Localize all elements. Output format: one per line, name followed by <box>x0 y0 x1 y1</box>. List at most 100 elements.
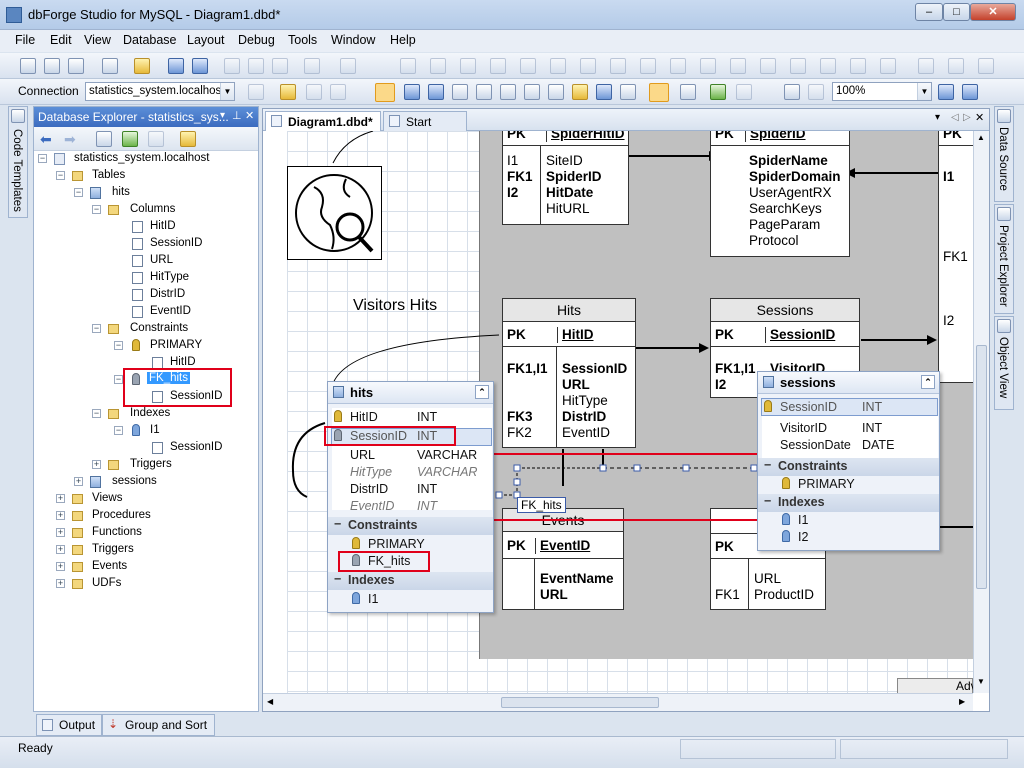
redo-icon[interactable] <box>340 58 356 74</box>
visitors-hits-note[interactable]: Visitors Hits <box>353 297 437 315</box>
tree-item-column[interactable]: EventID <box>150 305 191 317</box>
stop-icon[interactable] <box>330 84 346 100</box>
horizontal-scrollbar[interactable]: ◀ ▶ <box>263 693 973 711</box>
menu-file[interactable]: File <box>15 33 35 47</box>
popup-section-constraints[interactable]: − Constraints <box>758 458 939 476</box>
zoom-hand-icon[interactable] <box>808 84 824 100</box>
dropdown-icon[interactable]: ▾ <box>220 110 225 121</box>
close-icon[interactable]: ✕ <box>975 111 984 124</box>
collapse-icon[interactable]: ⌃ <box>921 375 935 389</box>
entity-spider[interactable]: PK SpiderID SpiderName SpiderDomain User… <box>710 131 850 257</box>
entity-events[interactable]: Events PK EventID EventName URL <box>502 508 624 610</box>
collapse-icon[interactable]: − <box>92 409 101 418</box>
collapse-icon[interactable]: ⌃ <box>475 385 489 399</box>
open-icon[interactable] <box>134 58 150 74</box>
pin-icon[interactable]: ⊥ <box>232 109 242 122</box>
popup-column-name[interactable]: HitType <box>350 465 392 479</box>
scroll-left-icon[interactable]: ◀ <box>267 697 273 706</box>
zoom-rect-icon[interactable] <box>784 84 800 100</box>
align-top-icon[interactable] <box>490 58 506 74</box>
new-sql-icon[interactable] <box>20 58 36 74</box>
popup-column-name[interactable]: HitID <box>350 410 378 424</box>
tree-item-column[interactable]: SessionID <box>150 237 202 249</box>
tree-item-sessions[interactable]: sessions <box>112 475 157 487</box>
cut-icon[interactable] <box>224 58 240 74</box>
tree-item-index-column[interactable]: SessionID <box>170 441 222 453</box>
entity-spiderhit[interactable]: PK SpiderHitID I1 FK1 I2 SiteID SpiderID… <box>502 131 629 225</box>
popup-column-name[interactable]: URL <box>350 448 375 462</box>
tree-item-constraints[interactable]: Constraints <box>130 322 188 334</box>
close-icon[interactable]: ✕ <box>245 109 254 122</box>
scroll-right-icon[interactable]: ▶ <box>959 697 965 706</box>
refresh-icon[interactable] <box>710 84 726 100</box>
fit-icon[interactable] <box>978 58 994 74</box>
popup-column-name[interactable]: SessionDate <box>780 438 851 452</box>
zoom-out-icon[interactable] <box>962 84 978 100</box>
tree-item-procedures[interactable]: Procedures <box>92 509 151 521</box>
tree-item-primary[interactable]: PRIMARY <box>150 339 202 351</box>
send-back-icon[interactable] <box>760 58 776 74</box>
popup-index[interactable]: I1 <box>368 592 378 606</box>
save-all-icon[interactable] <box>192 58 208 74</box>
scroll-right-icon[interactable]: ▷ <box>963 112 971 123</box>
hspacing-icon[interactable] <box>670 58 686 74</box>
tab-list-icon[interactable]: ▾ <box>935 112 940 123</box>
minimize-button[interactable]: – <box>915 3 943 21</box>
ungroup-icon[interactable] <box>820 58 836 74</box>
export-icon[interactable] <box>680 84 696 100</box>
tab-output[interactable]: Output <box>36 714 102 736</box>
forward-icon[interactable]: ➡ <box>64 131 76 148</box>
entity-partial-right[interactable]: PK I1 FK1 I2 <box>938 131 973 383</box>
connection-select[interactable]: statistics_system.localhost ▼ <box>85 82 235 101</box>
scroll-thumb[interactable] <box>976 345 987 589</box>
tree-item-indexes[interactable]: Indexes <box>130 407 170 419</box>
same-size-icon[interactable] <box>640 58 656 74</box>
zoom-in-icon[interactable] <box>938 84 954 100</box>
tree-item-tables[interactable]: Tables <box>92 169 125 181</box>
snap-icon[interactable] <box>948 58 964 74</box>
query-builder-icon[interactable] <box>44 58 60 74</box>
diagram-canvas[interactable]: Visitors Hits PK SpiderHitID I1 FK1 I2 S… <box>263 131 973 693</box>
tab-start-page[interactable]: Start Page <box>383 111 467 143</box>
delete-icon[interactable] <box>148 131 164 147</box>
function-tool-icon[interactable] <box>476 84 492 100</box>
tree-item-triggers[interactable]: Triggers <box>130 458 172 470</box>
refresh-icon[interactable] <box>122 131 138 147</box>
stamp-tool-icon[interactable] <box>596 84 612 100</box>
web-icon-shape[interactable] <box>287 166 382 260</box>
expand-icon[interactable]: + <box>56 494 65 503</box>
hits-object-popup[interactable]: hits ⌃ HitID INT SessionID INT URL VARCH… <box>324 381 494 613</box>
expand-icon[interactable]: + <box>56 562 65 571</box>
close-button[interactable]: ✕ <box>970 3 1016 21</box>
menu-database[interactable]: Database <box>123 33 177 47</box>
note-tool-icon[interactable] <box>548 84 564 100</box>
align-center-icon[interactable] <box>430 58 446 74</box>
new-document-icon[interactable] <box>102 58 118 74</box>
undo-icon[interactable] <box>304 58 320 74</box>
tree-item-index[interactable]: I1 <box>150 424 160 436</box>
popup-section-indexes[interactable]: − Indexes <box>328 572 493 590</box>
view-tool-icon[interactable] <box>428 84 444 100</box>
popup-column-name[interactable]: SessionID <box>780 400 837 414</box>
bring-front-icon[interactable] <box>730 58 746 74</box>
popup-index[interactable]: I2 <box>798 530 808 544</box>
expand-icon[interactable]: + <box>74 477 83 486</box>
lock-icon[interactable] <box>850 58 866 74</box>
tab-data-source[interactable]: Data Source <box>994 106 1014 202</box>
entity-hits[interactable]: Hits PK HitID FK1,I1 FK3 FK2 SessionID U… <box>502 298 636 448</box>
tree-item-primary-column[interactable]: HitID <box>170 356 196 368</box>
collapse-icon[interactable]: − <box>38 154 47 163</box>
popup-column-name[interactable]: DistrID <box>350 482 388 496</box>
expand-icon[interactable]: + <box>56 528 65 537</box>
new-connection-icon[interactable] <box>96 131 112 147</box>
tree-item-columns[interactable]: Columns <box>130 203 175 215</box>
align-middle-icon[interactable] <box>520 58 536 74</box>
collapse-icon[interactable]: − <box>92 324 101 333</box>
collapse-icon[interactable]: − <box>74 188 83 197</box>
execute-icon[interactable] <box>306 84 322 100</box>
table-tool-icon[interactable] <box>404 84 420 100</box>
expand-icon[interactable]: + <box>92 460 101 469</box>
expand-icon[interactable]: + <box>56 579 65 588</box>
tree-item-events[interactable]: Events <box>92 560 127 572</box>
tab-project-explorer[interactable]: Project Explorer <box>994 204 1014 314</box>
